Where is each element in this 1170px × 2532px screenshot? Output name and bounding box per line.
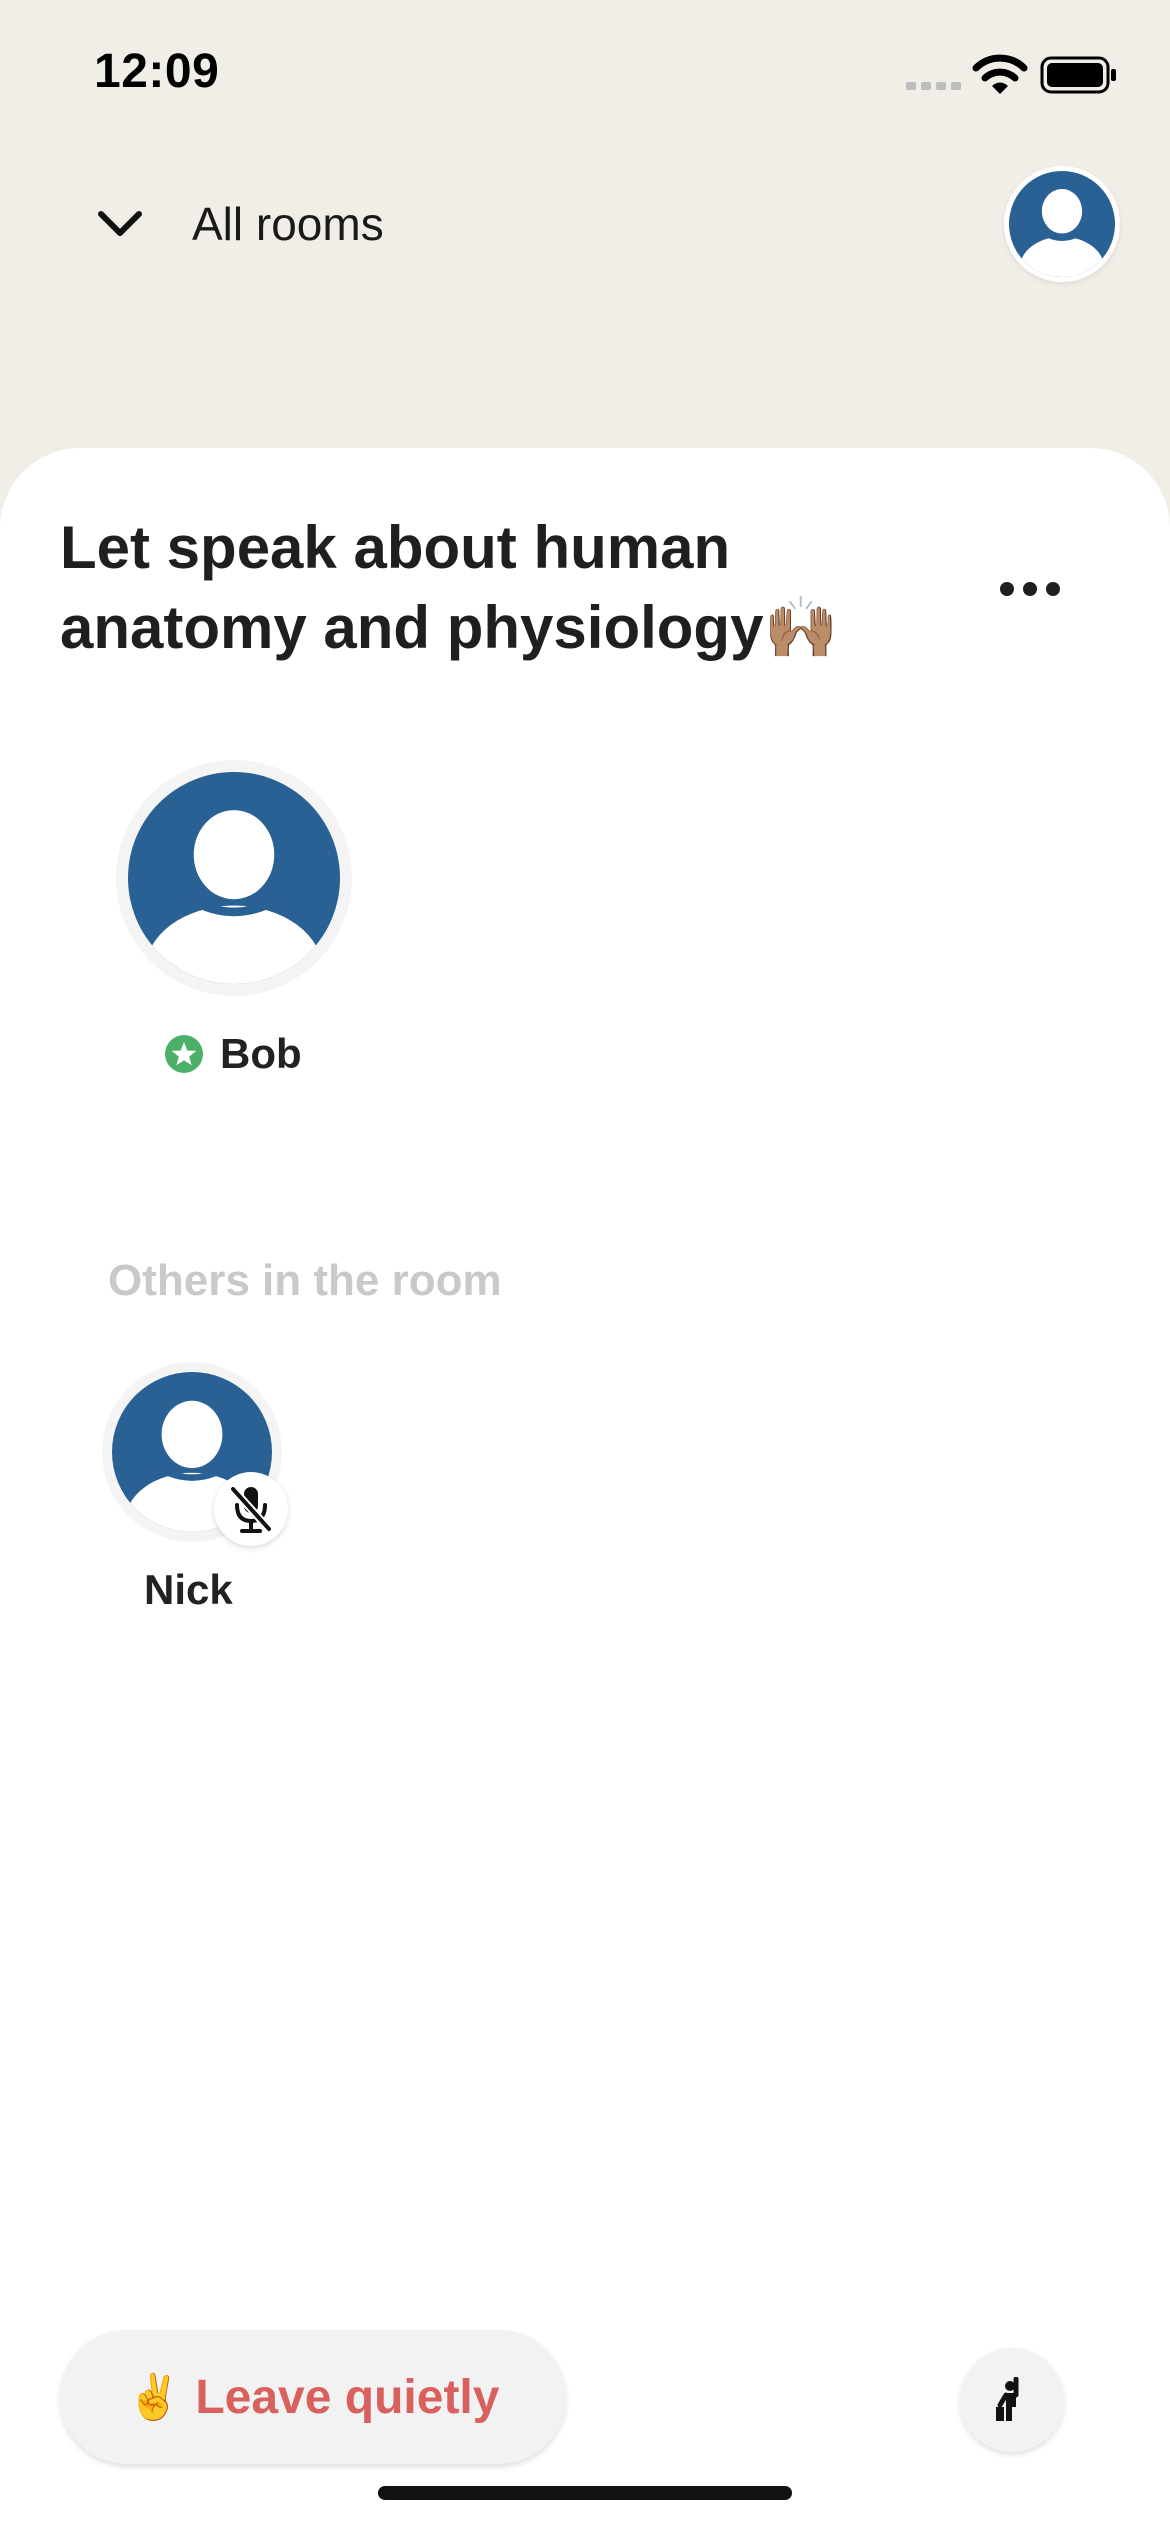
user-avatar-icon xyxy=(1009,171,1115,277)
others-heading: Others in the room xyxy=(108,1256,502,1305)
leave-quietly-button[interactable]: ✌️ Leave quietly xyxy=(60,2330,566,2464)
chevron-down-icon xyxy=(80,182,160,266)
signal-icon xyxy=(906,82,961,90)
leave-quietly-label: Leave quietly xyxy=(195,2370,500,2424)
more-dots-icon xyxy=(1000,582,1060,596)
status-time: 12:09 xyxy=(94,45,220,98)
status-bar: 12:09 xyxy=(0,0,1170,150)
moderator-star-icon xyxy=(165,1035,203,1073)
wifi-icon xyxy=(972,54,1028,94)
speaker-bob[interactable]: Bob xyxy=(116,760,356,1077)
profile-button[interactable] xyxy=(1004,166,1120,282)
room-title: Let speak about human anatomy and physio… xyxy=(60,514,839,661)
speaker-name-row: Bob xyxy=(164,1030,302,1078)
listener-nick[interactable]: Nick xyxy=(102,1362,292,1613)
user-avatar-icon xyxy=(128,772,340,984)
avatar xyxy=(102,1362,288,1546)
all-rooms-label: All rooms xyxy=(192,198,384,250)
raise-hand-icon xyxy=(996,2377,1019,2421)
mic-muted-badge xyxy=(214,1472,288,1546)
avatar xyxy=(116,760,352,996)
mic-muted-icon xyxy=(229,1485,273,1533)
home-indicator xyxy=(378,2486,792,2500)
listener-name: Nick xyxy=(144,1566,233,1613)
more-options-button[interactable] xyxy=(980,554,1080,624)
peace-hand-icon: ✌️ xyxy=(126,2372,182,2423)
battery-icon xyxy=(1040,56,1116,94)
speaker-name: Bob xyxy=(220,1030,302,1077)
raise-hand-button[interactable] xyxy=(960,2348,1064,2452)
room-sheet: Let speak about human anatomy and physio… xyxy=(0,448,1170,2532)
all-rooms-button[interactable]: All rooms xyxy=(80,182,480,266)
